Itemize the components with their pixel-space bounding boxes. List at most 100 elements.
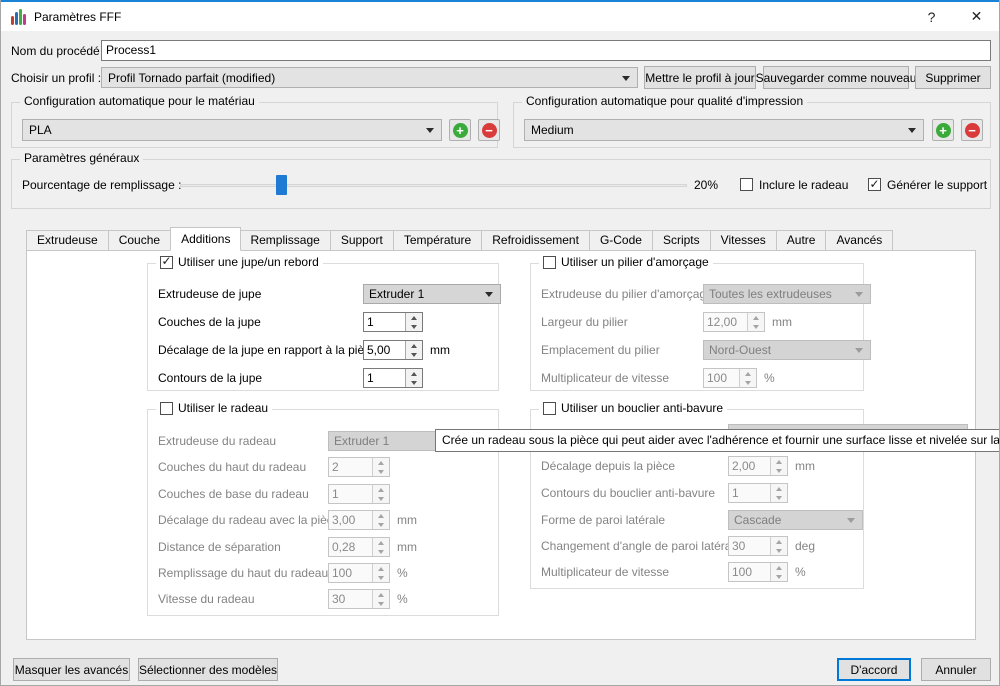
quality-config-title: Configuration automatique pour qualité d… (526, 94, 804, 108)
slider-track[interactable] (180, 184, 687, 187)
pillar-location-select: Nord-Ouest (703, 340, 871, 360)
pillar-group-title: Utiliser un pilier d'amorçage (561, 255, 709, 269)
spin-down-icon (373, 599, 389, 608)
skirt-group: Utiliser une jupe/un rebord Extrudeuse d… (147, 255, 501, 391)
field-label: Contours du bouclier anti-bavure (541, 486, 716, 500)
raft-base-layers-spinner: 1 (328, 484, 390, 504)
shield-speed-spinner: 100 (728, 562, 788, 582)
spin-up-icon (373, 458, 389, 467)
material-config-group: Configuration automatique pour le matéri… (11, 94, 500, 148)
process-name-input[interactable]: Process1 (101, 40, 991, 61)
material-config-title: Configuration automatique pour le matéri… (24, 94, 255, 108)
field-label: Couches de la jupe (158, 315, 261, 329)
include-raft-checkbox[interactable] (740, 178, 753, 191)
tab-autre[interactable]: Autre (776, 230, 827, 251)
tab-vitesses[interactable]: Vitesses (710, 230, 777, 251)
prime-pillar-group: Utiliser un pilier d'amorçage Extrudeuse… (530, 255, 871, 391)
field-label: Forme de paroi latérale (541, 513, 666, 527)
delete-profile-button[interactable]: Supprimer (915, 66, 991, 89)
tab-gcode[interactable]: G-Code (589, 230, 653, 251)
field-label: Décalage du radeau avec la pièce (158, 513, 340, 527)
cancel-button[interactable]: Annuler (921, 658, 991, 681)
tab-refroidissement[interactable]: Refroidissement (482, 230, 590, 251)
field-label: Vitesse du radeau (158, 592, 255, 606)
tab-support[interactable]: Support (330, 230, 394, 251)
chevron-down-icon (485, 292, 493, 297)
raft-enable-checkbox[interactable] (160, 401, 173, 415)
spin-up-icon (771, 457, 787, 466)
raft-separation-spinner: 0,28 (328, 537, 390, 557)
spin-up-icon[interactable] (406, 313, 422, 322)
skirt-outlines-spinner[interactable]: 1 (363, 368, 423, 388)
field-label: Changement d'angle de paroi latérale (541, 539, 741, 553)
skirt-layers-spinner[interactable]: 1 (363, 312, 423, 332)
pillar-extruder-select: Toutes les extrudeuses (703, 284, 871, 304)
tab-remplissage[interactable]: Remplissage (240, 230, 331, 251)
tab-temperature[interactable]: Température (393, 230, 483, 251)
pillar-width-spinner: 12,00 (703, 312, 765, 332)
pillar-enable-checkbox[interactable] (543, 255, 556, 269)
unit-label: % (397, 592, 408, 606)
chevron-down-icon (855, 348, 863, 353)
skirt-enable-checkbox[interactable] (160, 255, 173, 269)
spin-up-icon[interactable] (406, 341, 422, 350)
tab-couche[interactable]: Couche (108, 230, 172, 251)
infill-value: 20% (694, 178, 719, 192)
ok-button[interactable]: D'accord (837, 658, 911, 681)
profile-select[interactable]: Profil Tornado parfait (modified) (101, 67, 638, 88)
unit-label: deg (795, 539, 816, 553)
infill-slider[interactable] (180, 175, 687, 195)
tab-avances[interactable]: Avancés (826, 230, 894, 251)
skirt-group-title: Utiliser une jupe/un rebord (178, 255, 319, 269)
update-profile-button[interactable]: Mettre le profil à jour (644, 66, 756, 89)
field-label: Distance de séparation (158, 540, 281, 554)
skirt-offset-spinner[interactable]: 5,00 (363, 340, 423, 360)
raft-speed-spinner: 30 (328, 589, 390, 609)
material-select[interactable]: PLA (22, 119, 442, 141)
close-button[interactable]: ✕ (954, 2, 999, 31)
field-label: Extrudeuse de jupe (158, 287, 262, 301)
shield-offset-spinner: 2,00 (728, 456, 788, 476)
help-button[interactable]: ? (909, 2, 954, 31)
remove-quality-button[interactable]: − (961, 119, 983, 141)
plus-icon: + (935, 122, 951, 138)
field-label: Contours de la jupe (158, 371, 263, 385)
field-label: Couches de base du radeau (158, 487, 309, 501)
spin-up-icon (748, 313, 764, 322)
unit-label: mm (795, 459, 815, 473)
tab-scripts[interactable]: Scripts (652, 230, 711, 251)
spin-up-icon (771, 484, 787, 493)
chevron-down-icon (908, 128, 916, 133)
spin-down-icon[interactable] (406, 378, 422, 387)
quality-select[interactable]: Medium (524, 119, 924, 141)
remove-material-button[interactable]: − (478, 119, 500, 141)
tab-extrudeuse[interactable]: Extrudeuse (26, 230, 109, 251)
hide-advanced-button[interactable]: Masquer les avancés (13, 658, 130, 681)
spin-up-icon (373, 538, 389, 547)
field-label: Multiplicateur de vitesse (541, 371, 670, 385)
unit-label: mm (772, 315, 792, 329)
chevron-down-icon (847, 518, 855, 523)
select-models-button[interactable]: Sélectionner des modèles (138, 658, 278, 681)
shield-enable-checkbox[interactable] (543, 401, 556, 415)
tab-additions[interactable]: Additions (170, 227, 242, 251)
quality-config-group: Configuration automatique pour qualité d… (513, 94, 991, 148)
slider-thumb[interactable] (276, 175, 287, 195)
generate-support-checkbox[interactable] (868, 178, 881, 191)
skirt-extruder-select[interactable]: Extruder 1 (363, 284, 501, 304)
spin-down-icon (771, 572, 787, 581)
spin-up-icon (771, 563, 787, 572)
field-label: Décalage de la jupe en rapport à la pièc… (158, 343, 377, 357)
add-quality-button[interactable]: + (932, 119, 954, 141)
save-as-new-button[interactable]: Sauvegarder comme nouveau (756, 66, 916, 89)
unit-label: mm (397, 513, 417, 527)
spin-down-icon[interactable] (406, 322, 422, 331)
spin-down-icon (771, 493, 787, 502)
raft-offset-spinner: 3,00 (328, 510, 390, 530)
spin-down-icon[interactable] (406, 350, 422, 359)
field-label: Remplissage du haut du radeau (158, 566, 329, 580)
spin-up-icon[interactable] (406, 369, 422, 378)
add-material-button[interactable]: + (449, 119, 471, 141)
field-label: Extrudeuse du pilier d'amorçage (541, 287, 713, 301)
general-settings-title: Paramètres généraux (24, 151, 140, 165)
